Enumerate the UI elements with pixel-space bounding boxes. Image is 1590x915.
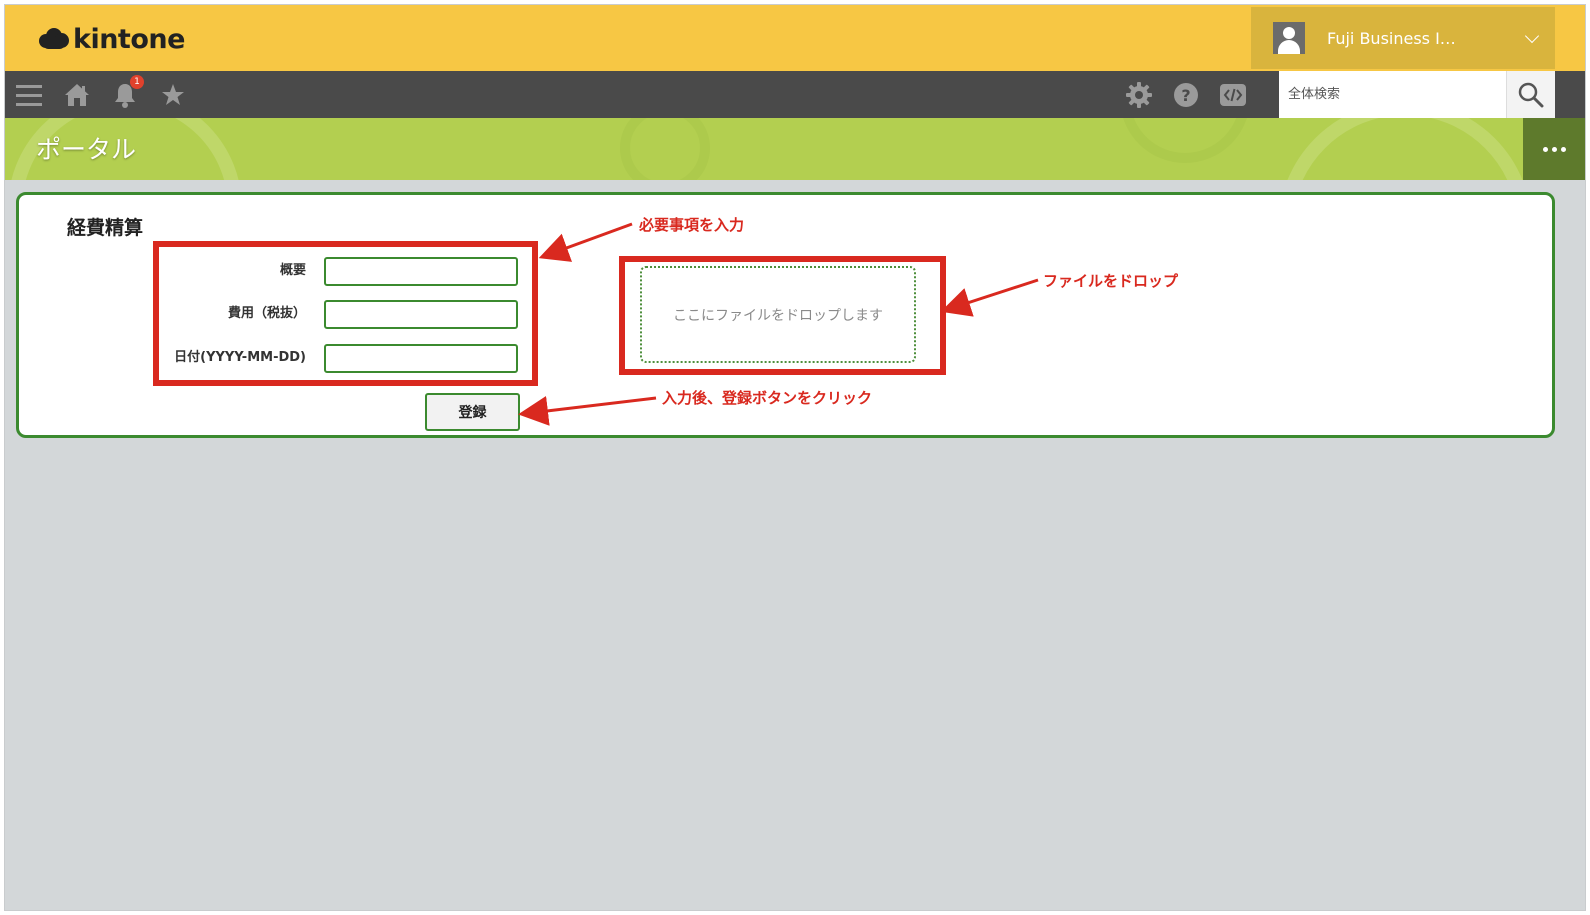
annotation-drop-note: ファイルをドロップ [1043, 272, 1179, 290]
banner-decoration [11, 118, 1523, 180]
register-button-label: 登録 [458, 405, 487, 421]
logo-text: kintone [73, 23, 185, 55]
settings-gear-icon[interactable] [1125, 71, 1153, 118]
form-title: 経費精算 [67, 217, 144, 239]
user-name: Fuji Business I… [1327, 28, 1456, 48]
more-options-button[interactable] [1523, 118, 1585, 180]
user-menu[interactable]: Fuji Business I… [1251, 7, 1555, 69]
code-icon[interactable] [1219, 71, 1247, 118]
register-button[interactable]: 登録 [425, 393, 520, 431]
cost-input[interactable] [324, 300, 518, 329]
annotation-submit-note: 入力後、登録ボタンをクリック [662, 389, 873, 407]
app-window: kintone Fuji Business I… 1 ? 全体検索 ポータル 経… [4, 4, 1586, 911]
notification-bell-icon[interactable]: 1 [111, 71, 144, 118]
user-avatar-icon [1273, 22, 1305, 54]
annotation-input-note: 必要事項を入力 [639, 216, 745, 234]
global-search-input[interactable] [1279, 71, 1505, 118]
field-label-summary: 概要 [279, 263, 306, 278]
portal-banner: ポータル [5, 118, 1585, 180]
svg-text:?: ? [1181, 86, 1190, 105]
search-button[interactable] [1506, 71, 1555, 118]
field-label-cost: 費用（税抜） [227, 306, 306, 321]
global-search [1279, 71, 1555, 118]
help-icon[interactable]: ? [1172, 71, 1200, 118]
top-header: kintone Fuji Business I… [5, 5, 1585, 71]
search-icon [1518, 82, 1544, 107]
favorites-star-icon[interactable] [159, 71, 187, 118]
hamburger-menu-icon[interactable] [15, 71, 43, 118]
file-dropzone[interactable]: ここにファイルをドロップします [640, 266, 916, 363]
page-title: ポータル [36, 135, 137, 164]
home-icon[interactable] [63, 71, 91, 118]
field-label-date: 日付(YYYY-MM-DD) [174, 350, 306, 365]
cloud-logo-icon [39, 28, 69, 50]
date-input[interactable] [324, 344, 518, 373]
dropzone-text: ここにファイルをドロップします [673, 307, 883, 324]
chevron-down-icon [1524, 28, 1540, 44]
summary-input[interactable] [324, 257, 518, 286]
kintone-logo[interactable]: kintone [39, 23, 185, 55]
notification-badge: 1 [130, 75, 144, 89]
